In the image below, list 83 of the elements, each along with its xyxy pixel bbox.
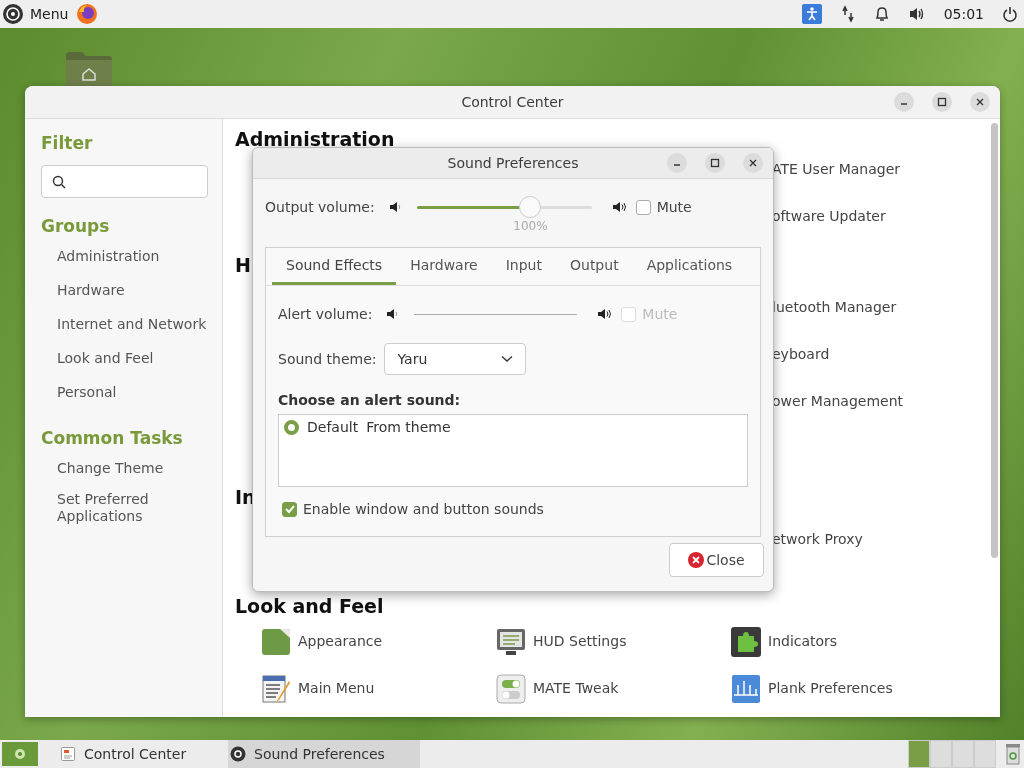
- tab[interactable]: Output: [556, 248, 633, 285]
- sidebar-heading: Filter: [41, 133, 94, 153]
- radio-button[interactable]: [284, 419, 299, 435]
- network-icon[interactable]: [839, 5, 856, 23]
- volume-slider[interactable]: [416, 196, 592, 218]
- sidebar-link[interactable]: Administration: [41, 248, 216, 265]
- sidebar-link[interactable]: Look and Feel: [41, 350, 216, 367]
- close-circle-icon: [688, 552, 705, 568]
- launcher-label[interactable]: Appearance: [298, 626, 383, 656]
- puzzle-icon[interactable]: [730, 626, 762, 658]
- taskbar-button[interactable]: Control Center: [40, 740, 226, 768]
- maximize-button[interactable]: [932, 92, 952, 112]
- clock[interactable]: 05:01: [943, 6, 984, 22]
- appearance-icon[interactable]: [260, 626, 292, 658]
- chevron-down-icon: [501, 355, 514, 363]
- close-button[interactable]: [970, 92, 990, 112]
- theme-dropdown[interactable]: Yaru: [384, 343, 527, 375]
- taskbar-button[interactable]: Sound Preferences: [228, 740, 420, 768]
- speaker-loud-icon: [611, 200, 628, 214]
- minimize-button[interactable]: [894, 92, 914, 112]
- section-heading: Look and Feel: [235, 594, 384, 618]
- launcher-label[interactable]: eyboard: [772, 344, 830, 364]
- sidebar-link[interactable]: Hardware: [41, 282, 216, 299]
- tab[interactable]: Input: [491, 248, 556, 285]
- launcher-label[interactable]: Main Menu: [298, 673, 375, 703]
- maximize-icon: [937, 97, 947, 107]
- notification-icon[interactable]: [873, 5, 890, 23]
- power-icon[interactable]: [1002, 5, 1018, 23]
- disc-icon: [230, 746, 246, 762]
- sound-name: Default: [307, 419, 359, 435]
- minimize-button[interactable]: [667, 153, 687, 173]
- field-label: Sound theme:: [278, 351, 377, 367]
- section-heading: Administration: [235, 127, 395, 151]
- sidebar-link[interactable]: Internet and Network: [41, 316, 216, 333]
- toggle-switch-icon[interactable]: [495, 673, 527, 705]
- sound-source: From theme: [366, 419, 451, 435]
- close-button[interactable]: Close: [669, 543, 764, 577]
- trash-icon[interactable]: [1004, 742, 1022, 766]
- browser-icon[interactable]: [76, 3, 99, 25]
- close-icon: [748, 158, 758, 168]
- launcher-label[interactable]: MATE Tweak: [533, 673, 619, 703]
- check-icon: [283, 503, 296, 515]
- maximize-button[interactable]: [705, 153, 725, 173]
- close-button[interactable]: [743, 153, 763, 173]
- show-desktop-button[interactable]: [2, 742, 38, 766]
- launcher-label[interactable]: HUD Settings: [533, 626, 627, 656]
- launcher-label[interactable]: Indicators: [768, 626, 838, 656]
- list-heading: Choose an alert sound:: [278, 392, 462, 408]
- launcher-label[interactable]: oftware Updater: [772, 206, 886, 226]
- launcher-label[interactable]: Plank Preferences: [768, 673, 893, 703]
- sidebar-heading: Common Tasks: [41, 428, 184, 448]
- slider-thumb[interactable]: [519, 196, 542, 218]
- volume-reading: 100%: [513, 219, 548, 233]
- menu-logo-icon: [2, 3, 24, 25]
- monitor-icon[interactable]: [495, 626, 527, 658]
- mute-checkbox[interactable]: Mute: [635, 199, 692, 215]
- sidebar-link[interactable]: Change Theme: [41, 460, 216, 477]
- menu-button[interactable]: Menu: [2, 3, 69, 25]
- window-title: Sound Preferences: [447, 155, 579, 171]
- show-desktop-icon: [13, 747, 27, 761]
- menu-editor-icon[interactable]: [260, 673, 292, 705]
- dock-icon[interactable]: [730, 673, 762, 705]
- volume-icon[interactable]: [907, 6, 926, 22]
- section-heading: H: [235, 253, 251, 277]
- maximize-icon: [710, 158, 720, 168]
- field-label: Alert volume:: [278, 306, 373, 322]
- tab[interactable]: Sound Effects: [272, 248, 397, 285]
- window-sounds-checkbox[interactable]: Enable window and button sounds: [282, 501, 748, 517]
- search-field[interactable]: [41, 165, 208, 198]
- sidebar-link[interactable]: Personal: [41, 384, 216, 401]
- sidebar-heading: Groups: [41, 216, 111, 236]
- sidebar-link[interactable]: Set Preferred Applications: [41, 491, 216, 525]
- document-icon: [60, 746, 76, 762]
- close-icon: [975, 97, 985, 107]
- launcher-label[interactable]: etwork Proxy: [772, 529, 863, 549]
- search-icon: [52, 174, 66, 189]
- speaker-loud-icon: [597, 307, 614, 321]
- tab[interactable]: Hardware: [396, 248, 492, 285]
- window-title: Control Center: [461, 94, 564, 110]
- accessibility-icon[interactable]: [801, 4, 822, 24]
- field-label: Output volume:: [265, 199, 375, 215]
- tab[interactable]: Applications: [632, 248, 747, 285]
- speaker-quiet-icon: [388, 200, 403, 214]
